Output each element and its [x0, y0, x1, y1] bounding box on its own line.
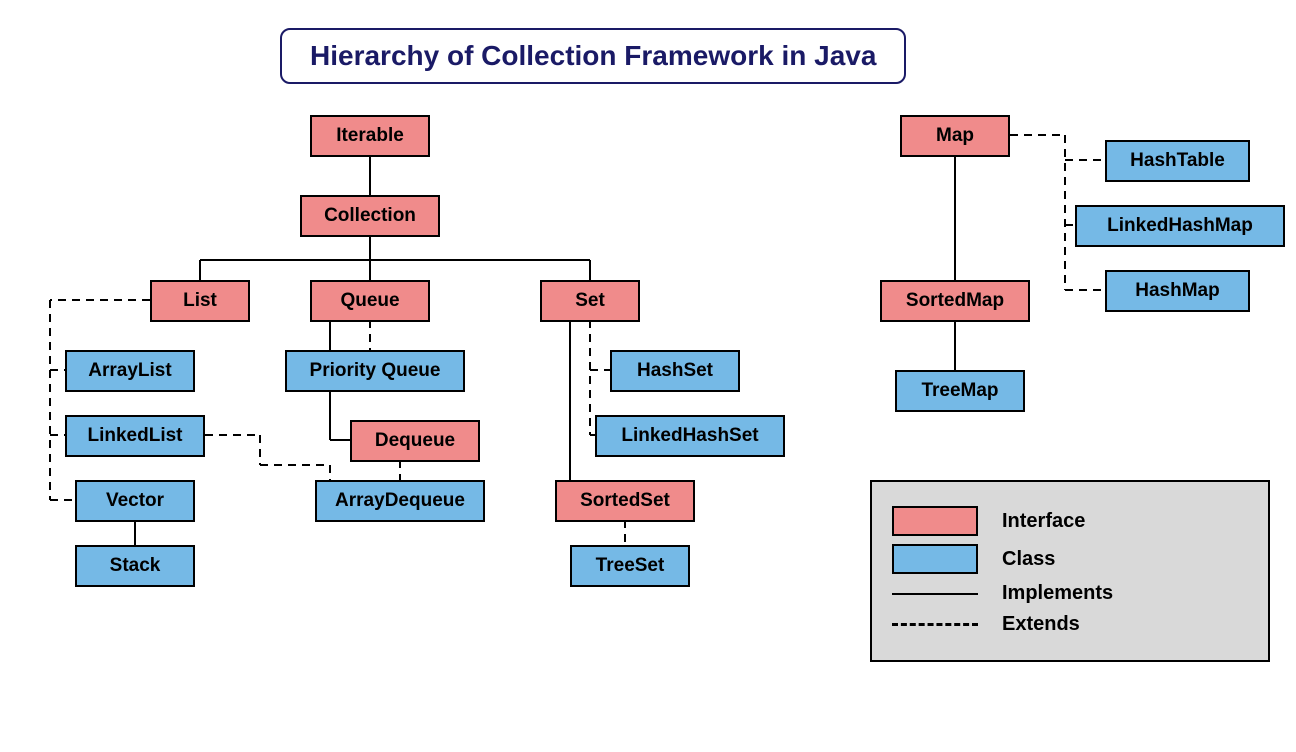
- node-iterable: Iterable: [310, 115, 430, 157]
- diagram-title: Hierarchy of Collection Framework in Jav…: [280, 28, 906, 84]
- node-hashmap: HashMap: [1105, 270, 1250, 312]
- legend-class-swatch: [892, 544, 978, 574]
- node-hashset: HashSet: [610, 350, 740, 392]
- node-linkedhashset: LinkedHashSet: [595, 415, 785, 457]
- legend-class-label: Class: [1002, 548, 1055, 571]
- legend-interface-swatch: [892, 506, 978, 536]
- node-list: List: [150, 280, 250, 322]
- legend-interface-row: Interface: [892, 506, 1248, 536]
- legend-interface-label: Interface: [1002, 510, 1085, 533]
- legend-extends-row: Extends: [892, 613, 1248, 636]
- legend-solid-line: [892, 593, 978, 595]
- node-stack: Stack: [75, 545, 195, 587]
- node-collection: Collection: [300, 195, 440, 237]
- legend-implements-label: Implements: [1002, 582, 1113, 605]
- node-set: Set: [540, 280, 640, 322]
- legend: Interface Class Implements Extends: [870, 480, 1270, 662]
- legend-extends-label: Extends: [1002, 613, 1080, 636]
- node-arraylist: ArrayList: [65, 350, 195, 392]
- node-sortedset: SortedSet: [555, 480, 695, 522]
- node-linkedhashmap: LinkedHashMap: [1075, 205, 1285, 247]
- node-arraydequeue: ArrayDequeue: [315, 480, 485, 522]
- node-treemap: TreeMap: [895, 370, 1025, 412]
- legend-dashed-line: [892, 623, 978, 626]
- node-dequeue: Dequeue: [350, 420, 480, 462]
- node-vector: Vector: [75, 480, 195, 522]
- legend-class-row: Class: [892, 544, 1248, 574]
- node-queue: Queue: [310, 280, 430, 322]
- node-map: Map: [900, 115, 1010, 157]
- node-hashtable: HashTable: [1105, 140, 1250, 182]
- node-linkedlist: LinkedList: [65, 415, 205, 457]
- node-treeset: TreeSet: [570, 545, 690, 587]
- legend-implements-row: Implements: [892, 582, 1248, 605]
- node-priorityqueue: Priority Queue: [285, 350, 465, 392]
- node-sortedmap: SortedMap: [880, 280, 1030, 322]
